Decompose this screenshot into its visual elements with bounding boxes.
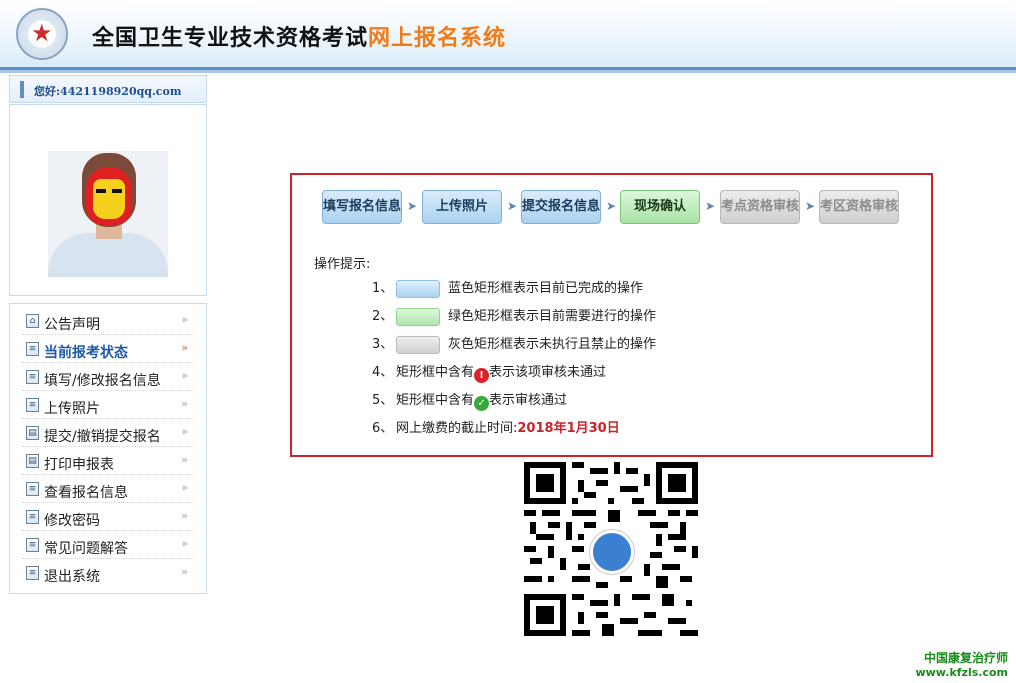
chevron-right-icon: » [181,509,188,522]
arrow-right-icon: ➤ [507,199,518,213]
avatar-shoulders [48,233,168,277]
tip-number: 6、 [372,421,394,436]
sidebar-item-logout[interactable]: ≡ 退出系统 » [22,559,194,587]
tip-item: 2、 绿色矩形框表示目前需要进行的操作 [372,306,656,328]
green-swatch [396,307,440,326]
title-highlight: 网上报名系统 [368,26,507,51]
arrow-right-icon: ➤ [407,199,418,213]
sidebar-item-label: 打印申报表 [44,457,114,473]
chevron-right-icon: » [181,341,188,354]
page-title: 全国卫生专业技术资格考试网上报名系统 [92,20,506,52]
chevron-right-icon: » [181,565,188,578]
sidebar-item-fill-info[interactable]: ≡ 填写/修改报名信息 » [22,363,194,391]
tips-title: 操作提示: [314,257,371,272]
user-photo-panel [9,104,207,296]
watermark-line1: 中国康复治疗师 [923,651,1008,665]
tip-number: 3、 [372,337,394,352]
error-icon: ! [474,368,490,383]
arrow-right-icon: ➤ [705,199,716,213]
chevron-right-icon: » [181,313,188,326]
step-fill-info[interactable]: 填写报名信息 [322,190,402,224]
title-main: 全国卫生专业技术资格考试 [92,26,369,51]
emblem-icon: ★ [16,8,68,60]
qr-center-logo [590,530,634,574]
tip-text: 表示该项审核未通过 [489,365,607,380]
sidebar-menu: ⌂ 公告声明 » ≡ 当前报考状态 » ≡ 填写/修改报名信息 » ≡ 上传照片… [9,303,207,594]
doc-icon: ≡ [26,538,39,552]
arrow-right-icon: ➤ [805,199,816,213]
sidebar-item-label: 退出系统 [44,569,100,585]
chevron-right-icon: » [181,369,188,382]
tip-text: 矩形框中含有 [396,365,475,380]
user-greeting-bar: 您好:4421198920qq.com [9,75,207,103]
tip-number: 4、 [372,365,394,380]
tip-text: 网上缴费的截止时间: [396,421,518,436]
mask-face [93,179,125,219]
tip-item: 3、 灰色矩形框表示未执行且禁止的操作 [372,334,656,356]
doc-icon: ≡ [26,510,39,524]
arrow-right-icon: ➤ [606,199,617,213]
status-panel: 填写报名信息 ➤ 上传照片 ➤ 提交报名信息 ➤ 现场确认 ➤ 考点资格审核 ➤… [290,173,933,457]
sidebar-item-label: 修改密码 [44,513,100,529]
tip-item: 6、 网上缴费的截止时间:2018年1月30日 [372,418,620,440]
tip-number: 2、 [372,309,394,324]
sidebar-item-label: 公告声明 [44,317,100,333]
step-submit-info[interactable]: 提交报名信息 [521,190,601,224]
page-icon: ▤ [26,454,39,468]
tip-text: 表示审核通过 [489,393,568,408]
sidebar-item-announcement[interactable]: ⌂ 公告声明 » [22,307,194,335]
tip-item: 5、 矩形框中含有 ✓ 表示审核通过 [372,390,567,412]
tip-item: 4、 矩形框中含有! 表示该项审核未通过 [372,362,606,384]
payment-deadline: 2018年1月30日 [517,421,620,436]
sidebar-item-submit[interactable]: ▤ 提交/撤销提交报名 » [22,419,194,447]
gray-swatch [396,335,440,354]
doc-icon: ≡ [26,398,39,412]
doc-icon: ≡ [26,342,39,356]
sidebar-item-label: 查看报名信息 [44,485,128,501]
tip-number: 5、 [372,393,394,408]
step-upload-photo[interactable]: 上传照片 [422,190,502,224]
sidebar-item-view-info[interactable]: ≡ 查看报名信息 » [22,475,194,503]
tip-text: 蓝色矩形框表示目前已完成的操作 [448,281,644,296]
step-onsite-confirm[interactable]: 现场确认 [620,190,700,224]
mask-eye-right [112,189,122,193]
progress-steps: 填写报名信息 ➤ 上传照片 ➤ 提交报名信息 ➤ 现场确认 ➤ 考点资格审核 ➤… [322,190,912,226]
chevron-right-icon: » [181,397,188,410]
sidebar-item-label: 当前报考状态 [44,345,128,361]
sidebar-item-status[interactable]: ≡ 当前报考状态 » [22,335,194,363]
doc-icon: ≡ [26,566,39,580]
greeting-accent-bar [20,81,24,98]
sidebar-item-label: 提交/撤销提交报名 [44,429,161,445]
tip-text: 灰色矩形框表示未执行且禁止的操作 [448,337,657,352]
blue-swatch [396,279,440,298]
doc-icon: ≡ [26,370,39,384]
chevron-right-icon: » [181,453,188,466]
tip-item: 1、 蓝色矩形框表示目前已完成的操作 [372,278,643,300]
site-watermark: 中国康复治疗师 www.kfzls.com [915,649,1008,679]
chevron-right-icon: » [181,537,188,550]
mask-eye-left [96,189,106,193]
sidebar-item-label: 填写/修改报名信息 [44,373,161,389]
page-icon: ▤ [26,426,39,440]
user-greeting: 您好:4421198920qq.com [34,85,182,98]
step-site-review: 考点资格审核 [720,190,800,224]
sidebar-item-print[interactable]: ▤ 打印申报表 » [22,447,194,475]
home-icon: ⌂ [26,314,39,328]
avatar [48,151,168,277]
check-icon: ✓ [474,396,490,411]
sidebar-item-label: 常见问题解答 [44,541,128,557]
tip-number: 1、 [372,281,394,296]
doc-icon: ≡ [26,482,39,496]
sidebar-item-label: 上传照片 [44,401,100,417]
watermark-line2: www.kfzls.com [915,666,1008,679]
tip-text: 矩形框中含有 [396,393,475,408]
step-region-review: 考区资格审核 [819,190,899,224]
chevron-right-icon: » [181,481,188,494]
sidebar-item-upload-photo[interactable]: ≡ 上传照片 » [22,391,194,419]
tip-text: 绿色矩形框表示目前需要进行的操作 [448,309,657,324]
header-banner: ★ 全国卫生专业技术资格考试网上报名系统 [0,0,1016,73]
sidebar-item-change-password[interactable]: ≡ 修改密码 » [22,503,194,531]
chevron-right-icon: » [181,425,188,438]
sidebar-item-faq[interactable]: ≡ 常见问题解答 » [22,531,194,559]
